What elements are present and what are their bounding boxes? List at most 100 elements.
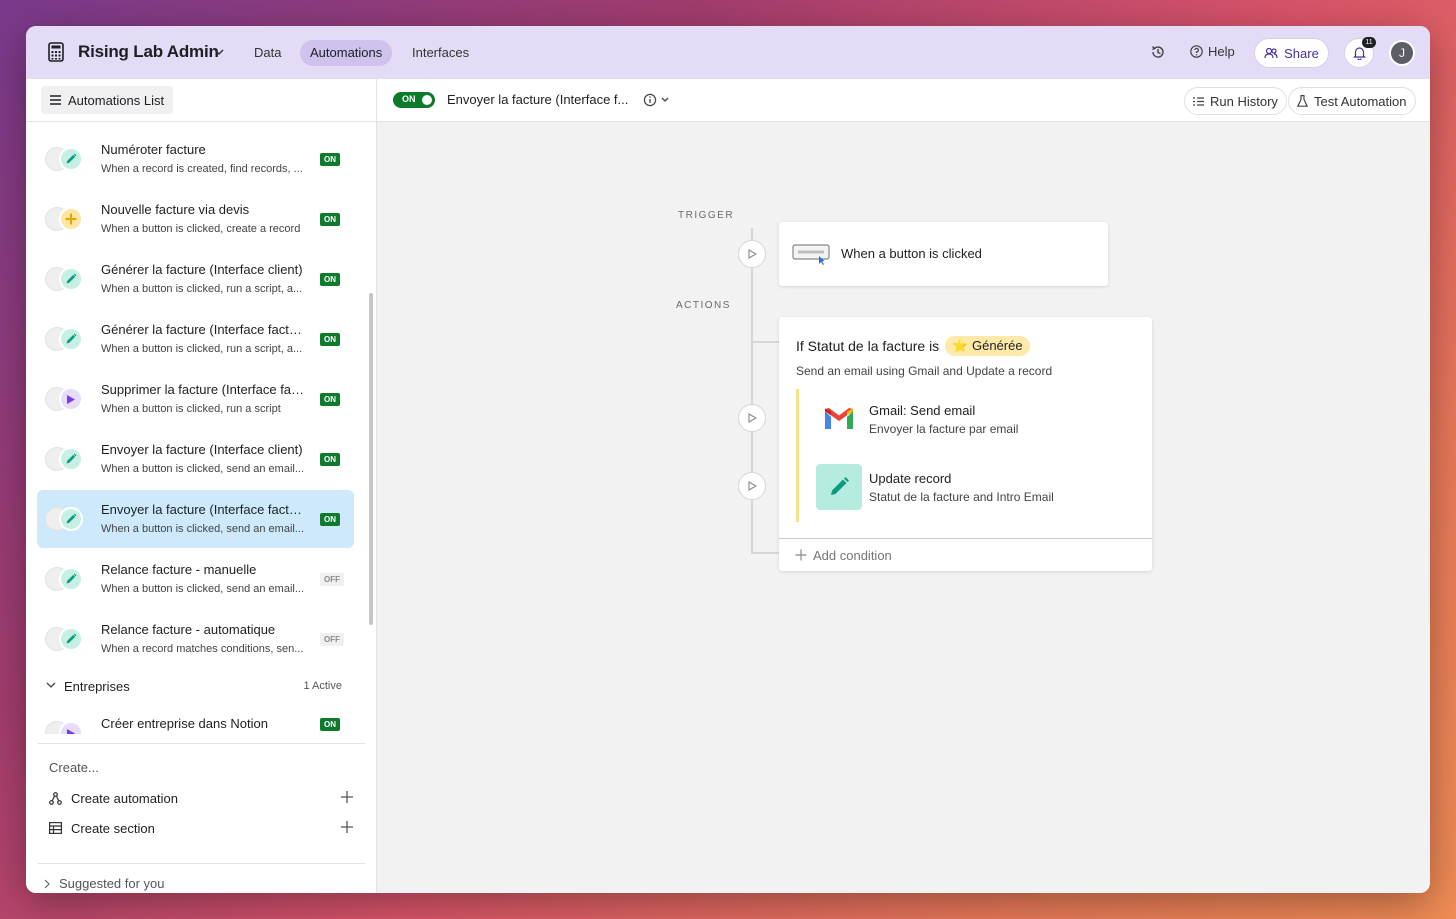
calculator-icon[interactable] [48, 42, 64, 62]
test-step-button[interactable] [738, 404, 766, 432]
automation-item[interactable]: Générer la facture (Interface facture) Wh… [37, 310, 354, 368]
plus-icon [59, 207, 83, 231]
add-condition-button[interactable]: Add condition [779, 538, 1152, 571]
chevron-down-icon[interactable] [214, 47, 224, 57]
people-icon [1264, 47, 1278, 59]
automation-subtitle: When a record is created, find records, … [101, 163, 303, 175]
step-title: Gmail: Send email [869, 403, 976, 418]
table-icon [49, 822, 62, 834]
automation-item[interactable]: Relance facture - automatique When a reco… [37, 610, 354, 668]
automation-title: Créer entreprise dans Notion [101, 716, 268, 731]
app-title[interactable]: Rising Lab Admin [78, 42, 219, 62]
play-icon [59, 387, 83, 411]
section-label: Entreprises [64, 679, 130, 694]
step-gmail-send-email[interactable]: Gmail: Send email Envoyer la facture par… [816, 396, 1146, 442]
status-badge: ON [320, 718, 340, 731]
play-icon [747, 481, 757, 491]
automation-title: Générer la facture (Interface client) [101, 262, 303, 277]
automations-list[interactable]: Numéroter facture When a record is create… [26, 122, 377, 734]
automation-toggle[interactable]: ON [393, 92, 435, 108]
help-button[interactable]: Help [1190, 44, 1235, 59]
automation-item[interactable]: Envoyer la facture (Interface facture) Wh… [37, 490, 354, 548]
section-entreprises[interactable]: Entreprises 1 Active [46, 677, 346, 697]
automation-title: Relance facture - manuelle [101, 562, 257, 577]
add-condition-label: Add condition [813, 548, 892, 563]
step-update-record[interactable]: Update record Statut de la facture and I… [816, 464, 1146, 510]
automations-list-button[interactable]: Automations List [41, 86, 174, 114]
pencil-icon [59, 507, 83, 531]
trigger-card[interactable]: When a button is clicked [779, 222, 1108, 286]
play-icon [747, 249, 757, 259]
nav-tab-interfaces[interactable]: Interfaces [402, 40, 479, 66]
automation-title: Numéroter facture [101, 142, 206, 157]
automation-title: Générer la facture (Interface facture) [101, 322, 309, 337]
automation-subtitle: When a record matches conditions, sen... [101, 643, 304, 655]
flow-line [751, 228, 753, 554]
plus-icon[interactable] [340, 820, 354, 834]
create-automation-button[interactable]: Create automation [49, 788, 354, 808]
automation-item[interactable]: Créer entreprise dans Notion ON [37, 704, 354, 734]
pencil-icon [816, 464, 862, 510]
pencil-icon [59, 627, 83, 651]
condition-title: If Statut de la facture is ⭐ Générée [796, 336, 1030, 356]
status-badge: ON [320, 273, 340, 286]
automation-title: Supprimer la facture (Interface facture) [101, 382, 309, 397]
create-label: Create... [49, 760, 99, 775]
gmail-icon [816, 396, 862, 442]
automation-item[interactable]: Supprimer la facture (Interface facture)… [37, 370, 354, 428]
automation-subtitle: When a button is clicked, run a script [101, 403, 281, 415]
chevron-right-icon [44, 879, 50, 888]
create-section-label: Create section [71, 820, 155, 836]
step-title: Update record [869, 471, 952, 486]
automation-item[interactable]: Nouvelle facture via devis When a button … [37, 190, 354, 248]
nav-tab-data[interactable]: Data [244, 40, 291, 66]
button-click-icon [792, 244, 830, 265]
automation-icon [49, 791, 62, 805]
divider [38, 863, 365, 864]
sidebar-header: Automations List [26, 79, 377, 122]
test-step-button[interactable] [738, 472, 766, 500]
suggested-label: Suggested for you [59, 876, 165, 891]
run-history-label: Run History [1210, 93, 1278, 109]
condition-value-pill: ⭐ Générée [945, 336, 1030, 356]
actions-label: ACTIONS [676, 300, 731, 311]
suggested-for-you[interactable]: Suggested for you [44, 876, 165, 891]
test-trigger-button[interactable] [738, 240, 766, 268]
automation-item[interactable]: Envoyer la facture (Interface client) Whe… [37, 430, 354, 488]
create-section-button[interactable]: Create section [49, 818, 354, 838]
automation-icons [45, 627, 89, 651]
step-subtitle: Statut de la facture and Intro Email [869, 490, 1054, 504]
status-badge: OFF [320, 573, 344, 586]
top-bar: Rising Lab Admin Data Automations Interf… [26, 26, 1430, 79]
automation-subtitle: When a button is clicked, send an email.… [101, 463, 304, 475]
sidebar-scrollbar[interactable] [369, 293, 373, 625]
history-icon[interactable] [1150, 44, 1166, 60]
play-icon [59, 721, 83, 734]
pencil-icon [59, 327, 83, 351]
status-badge: ON [320, 153, 340, 166]
automation-item[interactable]: Générer la facture (Interface client) Whe… [37, 250, 354, 308]
automation-item[interactable]: Relance facture - manuelle When a button … [37, 550, 354, 608]
nav-tab-automations[interactable]: Automations [300, 40, 393, 66]
editor-header: ON Envoyer la facture (Interface f... Ru… [377, 79, 1430, 122]
test-automation-label: Test Automation [1314, 93, 1407, 109]
automation-icons [45, 567, 89, 591]
status-badge: OFF [320, 633, 344, 646]
condition-card[interactable]: If Statut de la facture is ⭐ Générée Sen… [779, 317, 1152, 571]
share-button[interactable]: Share [1254, 38, 1329, 68]
notification-count-badge: 11 [1362, 37, 1376, 48]
automation-name[interactable]: Envoyer la facture (Interface f... [447, 92, 628, 107]
plus-icon[interactable] [340, 790, 354, 804]
info-icon[interactable] [643, 92, 673, 108]
share-label: Share [1284, 45, 1319, 61]
trigger-text: When a button is clicked [841, 246, 982, 261]
app-window: Rising Lab Admin Data Automations Interf… [26, 26, 1430, 893]
automation-editor: ON Envoyer la facture (Interface f... Ru… [377, 79, 1430, 893]
chevron-down-icon [46, 682, 56, 688]
test-automation-button[interactable]: Test Automation [1288, 87, 1416, 115]
run-history-button[interactable]: Run History [1184, 87, 1287, 115]
avatar[interactable]: J [1389, 40, 1415, 66]
automation-icons [45, 387, 89, 411]
automations-list-label: Automations List [68, 92, 165, 108]
automation-item[interactable]: Numéroter facture When a record is create… [37, 130, 354, 188]
